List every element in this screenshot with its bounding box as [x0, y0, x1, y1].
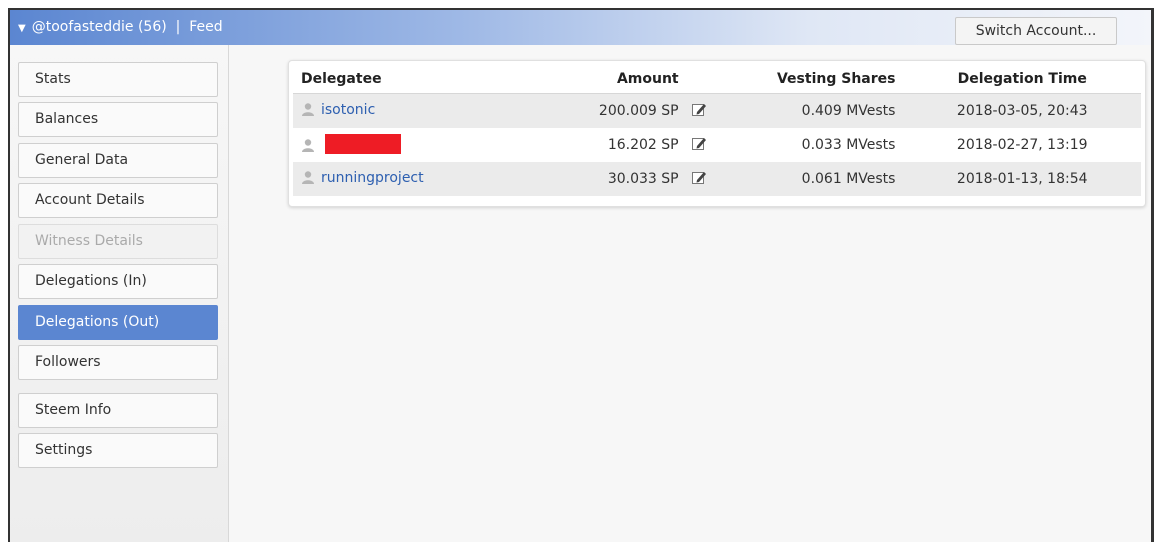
- delegation-time-cell: 2018-02-27, 13:19: [903, 128, 1141, 162]
- delegatee-cell: runningproject: [293, 162, 526, 196]
- amount-cell: 30.033 SP: [525, 162, 687, 196]
- column-header-amount: Amount: [525, 65, 687, 94]
- delegatee-cell: isotonic: [293, 93, 526, 128]
- sidebar-item-balances[interactable]: Balances: [18, 102, 218, 137]
- sidebar-item-delegations-in[interactable]: Delegations (In): [18, 264, 218, 299]
- delegation-time-cell: 2018-01-13, 18:54: [903, 162, 1141, 196]
- user-silhouette-icon: [301, 102, 315, 120]
- delegation-time-cell: 2018-03-05, 20:43: [903, 93, 1141, 128]
- table-row: 16.202 SP 0.033 MVests 2018-02-27, 13:19: [293, 128, 1141, 162]
- vesting-shares-cell: 0.409 MVests: [733, 93, 904, 128]
- vesting-shares-cell: 0.033 MVests: [733, 128, 904, 162]
- sidebar: Stats Balances General Data Account Deta…: [10, 45, 229, 542]
- delegatee-link[interactable]: isotonic: [321, 102, 375, 118]
- edit-pencil-icon[interactable]: [691, 101, 707, 121]
- delegations-table-card: Delegatee Amount Vesting Shares Delegati…: [288, 60, 1146, 207]
- sidebar-item-steem-info[interactable]: Steem Info: [18, 393, 218, 428]
- sidebar-item-general-data[interactable]: General Data: [18, 143, 218, 178]
- delegations-table: Delegatee Amount Vesting Shares Delegati…: [293, 65, 1141, 196]
- vesting-shares-cell: 0.061 MVests: [733, 162, 904, 196]
- sidebar-item-stats[interactable]: Stats: [18, 62, 218, 97]
- account-title: @toofasteddie (56) | Feed: [31, 19, 223, 35]
- edit-cell: [686, 162, 734, 196]
- column-header-edit: [686, 65, 734, 94]
- column-header-vesting-shares: Vesting Shares: [733, 65, 904, 94]
- header-bar: ▼ @toofasteddie (56) | Feed Switch Accoun…: [10, 10, 1151, 45]
- edit-cell: [686, 93, 734, 128]
- edit-cell: [686, 128, 734, 162]
- amount-cell: 16.202 SP: [525, 128, 687, 162]
- sidebar-item-delegations-out[interactable]: Delegations (Out): [18, 305, 218, 340]
- caret-down-icon: ▼: [18, 23, 26, 34]
- edit-pencil-icon[interactable]: [691, 169, 707, 189]
- column-header-delegatee: Delegatee: [293, 65, 526, 94]
- table-row: runningproject 30.033 SP 0.061 MVests 20…: [293, 162, 1141, 196]
- amount-cell: 200.009 SP: [525, 93, 687, 128]
- user-silhouette-icon: [301, 138, 315, 156]
- sidebar-item-settings[interactable]: Settings: [18, 433, 218, 468]
- sidebar-item-followers[interactable]: Followers: [18, 345, 218, 380]
- switch-account-button[interactable]: Switch Account...: [955, 17, 1117, 45]
- table-row: isotonic 200.009 SP 0.409 MVests 2018-03…: [293, 93, 1141, 128]
- user-silhouette-icon: [301, 170, 315, 188]
- delegatee-cell: [293, 128, 526, 162]
- redacted-username: [325, 134, 401, 154]
- account-feed-toggle[interactable]: ▼ @toofasteddie (56) | Feed: [18, 10, 223, 45]
- sidebar-item-witness-details: Witness Details: [18, 224, 218, 259]
- table-header-row: Delegatee Amount Vesting Shares Delegati…: [293, 65, 1141, 94]
- delegatee-link[interactable]: runningproject: [321, 170, 424, 186]
- app-panel: ▼ @toofasteddie (56) | Feed Switch Accoun…: [10, 10, 1151, 542]
- sidebar-item-account-details[interactable]: Account Details: [18, 183, 218, 218]
- edit-pencil-icon[interactable]: [691, 135, 707, 155]
- column-header-delegation-time: Delegation Time: [903, 65, 1141, 94]
